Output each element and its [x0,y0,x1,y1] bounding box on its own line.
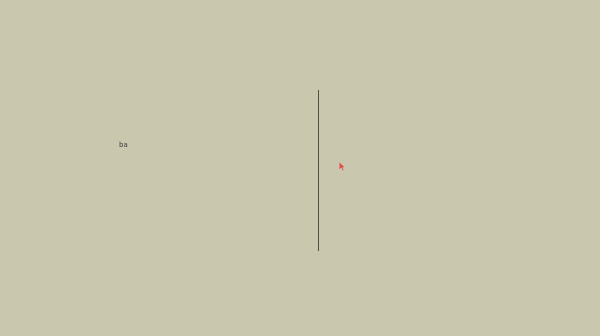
vertical-divider [318,90,319,251]
small-label: ba [119,141,128,149]
canvas: ba [0,0,600,336]
mouse-pointer-icon [339,162,345,171]
